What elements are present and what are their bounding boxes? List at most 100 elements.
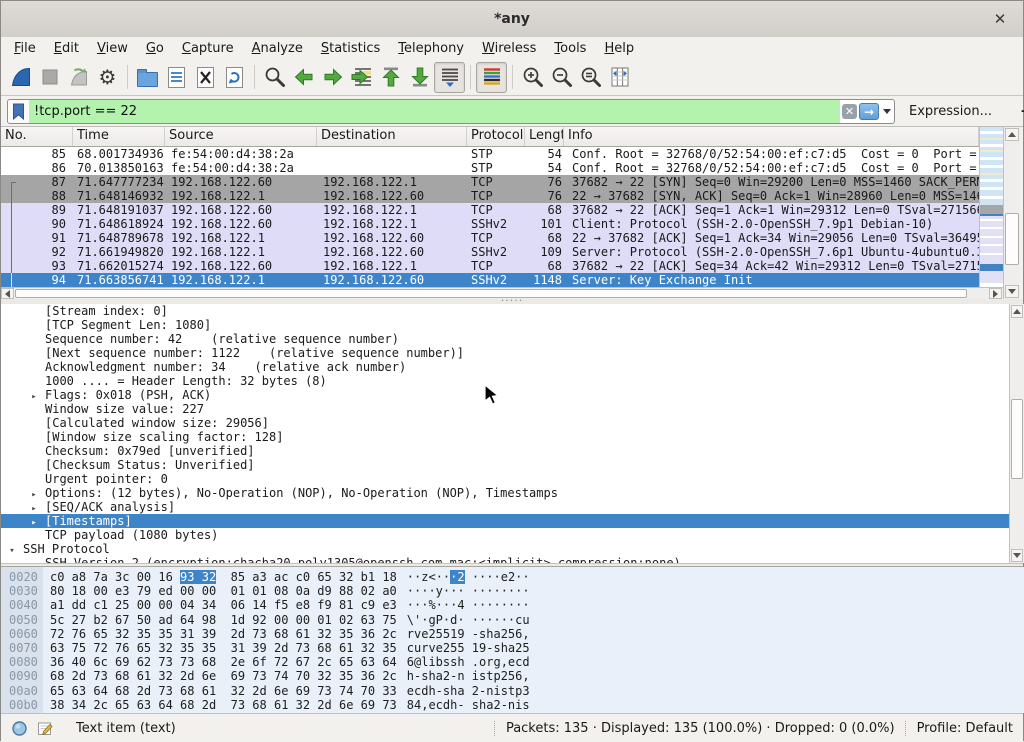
packet-row[interactable]: 85 68.001734936 fe:54:00:d4:38:2a STP 54… [1,147,979,161]
menu-item[interactable]: Analyze [243,39,312,58]
zoom-out-button[interactable] [547,63,576,92]
restart-capture-button[interactable] [64,63,93,92]
hex-row[interactable]: 00b038 34 2c 65 63 64 68 2d 73 68 61 32 … [1,698,1024,712]
hex-ascii[interactable]: ··z<···2 ····e2·· [407,570,530,584]
expression-button[interactable]: Expression... [909,104,992,119]
hex-ascii[interactable]: \'·gP·d· ······cu [407,613,530,627]
menu-item[interactable]: Statistics [312,39,389,58]
detail-line[interactable]: Urgent pointer: 0 [41,472,1009,486]
hex-bytes[interactable]: 80 18 00 e3 79 ed 00 00 01 01 08 0a d9 8… [50,584,397,598]
packet-list-vertical-scrollbar[interactable] [1003,127,1020,299]
filter-bookmark-button[interactable] [8,100,29,123]
detail-line[interactable]: [Next sequence number: 1122 (relative se… [41,346,1009,360]
detail-line[interactable]: ▸[Timestamps] [1,514,1009,528]
menu-item[interactable]: Wireless [473,39,545,58]
go-forward-button[interactable] [318,63,347,92]
packet-row[interactable]: 90 71.648618924 192.168.122.60 192.168.1… [1,217,979,231]
hex-bytes[interactable]: 72 76 65 32 35 35 31 39 2d 73 68 61 32 3… [50,627,397,641]
go-to-bottom-button[interactable] [405,63,434,92]
scroll-right-button[interactable] [989,288,1002,299]
column-header-time[interactable]: Time [73,127,165,146]
detail-line[interactable]: 1000 .... = Header Length: 32 bytes (8) [41,374,1009,388]
detail-line[interactable]: [Calculated window size: 29056] [41,416,1009,430]
detail-line[interactable]: Sequence number: 42 (relative sequence n… [41,332,1009,346]
packet-row[interactable]: 94 71.663856741 192.168.122.1 192.168.12… [1,273,979,287]
detail-line[interactable]: Acknowledgment number: 34 (relative ack … [41,360,1009,374]
column-header-source[interactable]: Source [165,127,317,146]
menu-item[interactable]: Capture [173,39,243,58]
hex-row[interactable]: 0040a1 dd c1 25 00 00 04 34 06 14 f5 e8 … [1,598,1024,612]
stop-capture-button[interactable] [35,63,64,92]
hex-row[interactable]: 0020c0 a8 7a 3c 00 16 93 32 85 a3 ac c0 … [1,570,1024,584]
filter-history-dropdown[interactable] [879,109,894,114]
hex-bytes[interactable]: c0 a8 7a 3c 00 16 93 32 85 a3 ac c0 65 3… [50,570,397,584]
expand-arrow-icon[interactable]: ▾ [5,544,19,556]
packet-row[interactable]: 93 71.662015274 192.168.122.60 192.168.1… [1,259,979,273]
auto-scroll-toggle[interactable] [434,62,465,93]
open-file-button[interactable] [133,63,162,92]
hex-row[interactable]: 009068 2d 73 68 61 32 2d 6e 69 73 74 70 … [1,669,1024,683]
detail-line[interactable]: ▸Options: (12 bytes), No-Operation (NOP)… [27,486,1009,500]
detail-line[interactable]: ▸[SEQ/ACK analysis] [27,500,1009,514]
hex-bytes[interactable]: 36 40 6c 69 62 73 73 68 2e 6f 72 67 2c 6… [50,655,397,669]
menu-item[interactable]: Go [137,39,173,58]
detail-line[interactable]: ▾SSH Protocol [5,542,1009,556]
packet-row[interactable]: 87 71.647777234 192.168.122.60 192.168.1… [1,175,979,189]
column-header-protocol[interactable]: Protocol [467,127,525,146]
menu-item[interactable]: Help [595,39,643,58]
packet-row[interactable]: 86 70.013850163 fe:54:00:d4:38:2a STP 54… [1,161,979,175]
capture-options-button[interactable]: ⚙ [93,63,122,92]
column-header-destination[interactable]: Destination [317,127,467,146]
detail-line[interactable]: Checksum: 0x79ed [unverified] [41,444,1009,458]
packet-row[interactable]: 89 71.648191037 192.168.122.60 192.168.1… [1,203,979,217]
detail-line[interactable]: [Window size scaling factor: 128] [41,430,1009,444]
expand-arrow-icon[interactable]: ▸ [27,488,41,500]
detail-line[interactable]: ▸Flags: 0x018 (PSH, ACK) [27,388,1009,402]
hex-ascii[interactable]: 6@libssh .org,ecd [407,655,530,669]
column-header-info[interactable]: Info [564,127,979,146]
menu-item[interactable]: Tools [545,39,595,58]
menu-item[interactable]: Edit [45,39,88,58]
scrollbar-thumb[interactable] [15,289,967,298]
go-back-button[interactable] [289,63,318,92]
hex-bytes[interactable]: 68 2d 73 68 61 32 2d 6e 69 73 74 70 32 3… [50,669,397,683]
close-window-button[interactable]: ✕ [989,8,1011,30]
hex-bytes[interactable]: a1 dd c1 25 00 00 04 34 06 14 f5 e8 f9 8… [50,598,397,612]
display-filter-field[interactable]: ✕ → [7,99,895,124]
scroll-up-button[interactable] [1005,128,1019,141]
detail-line[interactable]: [Checksum Status: Unverified] [41,458,1009,472]
zoom-100-button[interactable] [576,63,605,92]
packet-row[interactable]: 92 71.661949820 192.168.122.1 192.168.12… [1,245,979,259]
start-capture-button[interactable] [6,63,35,92]
capture-comment-button[interactable] [37,720,54,737]
hex-row[interactable]: 00505c 27 b2 67 50 ad 64 98 1d 92 00 00 … [1,613,1024,627]
scroll-left-button[interactable] [1,288,14,299]
hex-bytes[interactable]: 38 34 2c 65 63 64 68 2d 73 68 61 32 2d 6… [50,698,397,712]
detail-line[interactable]: Window size value: 227 [41,402,1009,416]
menu-item[interactable]: Telephony [389,39,473,58]
expand-arrow-icon[interactable]: ▸ [27,502,41,514]
scroll-down-button[interactable] [1011,549,1023,562]
hex-ascii[interactable]: 84,ecdh- sha2-nis [407,698,530,712]
zoom-in-button[interactable] [518,63,547,92]
hex-row[interactable]: 006072 76 65 32 35 35 31 39 2d 73 68 61 … [1,627,1024,641]
hex-row[interactable]: 003080 18 00 e3 79 ed 00 00 01 01 08 0a … [1,584,1024,598]
menu-item[interactable]: View [88,39,137,58]
title-bar[interactable]: *any ✕ [1,1,1023,38]
expand-arrow-icon[interactable]: ▸ [27,516,41,528]
add-filter-button[interactable]: + [1014,102,1024,120]
hex-bytes[interactable]: 65 63 64 68 2d 73 68 61 32 2d 6e 69 73 7… [50,684,397,698]
scrollbar-thumb[interactable] [1005,213,1019,265]
hex-ascii[interactable]: rve25519 -sha256, [407,627,530,641]
save-file-button[interactable] [162,63,191,92]
colorize-toggle[interactable] [476,62,507,93]
column-header-no[interactable]: No. [1,127,73,146]
packet-row[interactable]: 88 71.648146932 192.168.122.1 192.168.12… [1,189,979,203]
expert-info-button[interactable] [11,720,28,737]
scrollbar-thumb[interactable] [1011,399,1023,479]
hex-ascii[interactable]: h-sha2-n istp256, [407,669,530,683]
go-to-top-button[interactable] [376,63,405,92]
packet-row[interactable]: 91 71.648789678 192.168.122.1 192.168.12… [1,231,979,245]
details-vertical-scrollbar[interactable] [1009,304,1024,563]
hex-ascii[interactable]: ecdh-sha 2-nistp3 [407,684,530,698]
